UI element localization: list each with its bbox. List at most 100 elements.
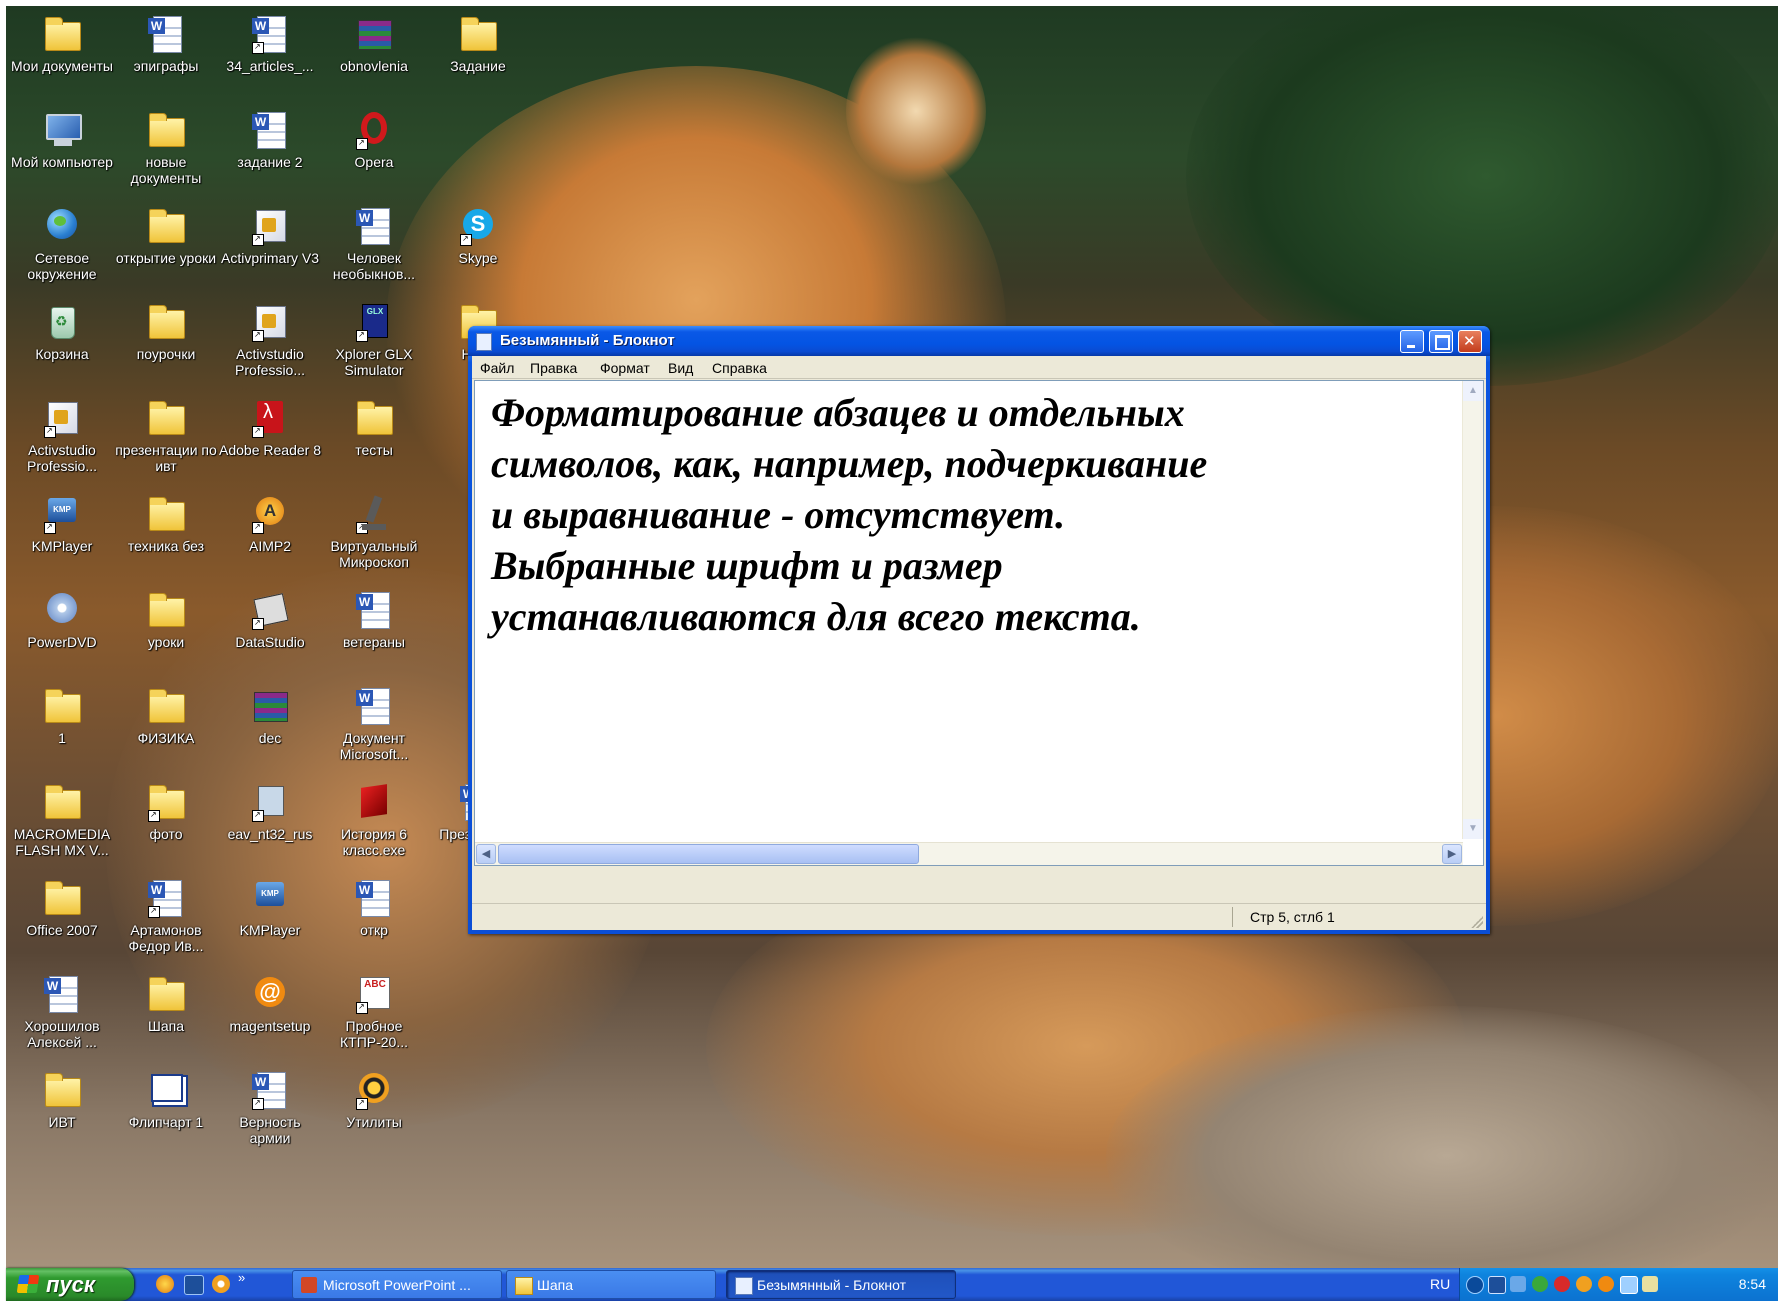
tray-shield-icon[interactable] <box>1554 1276 1570 1292</box>
desktop-icon-label: ветераны <box>342 634 405 650</box>
desktop-icon[interactable]: DataStudio <box>218 590 322 650</box>
tray-expand-icon[interactable] <box>1466 1276 1484 1294</box>
desktop-icon[interactable]: Человек необыкнов... <box>322 206 426 282</box>
minimize-button[interactable] <box>1400 330 1424 353</box>
desktop-icon[interactable]: эпиграфы <box>114 14 218 74</box>
task-notepad[interactable]: Безымянный - Блокнот <box>726 1270 956 1299</box>
desktop-icon[interactable]: Задание <box>426 14 530 74</box>
menu-help[interactable]: Справка <box>712 360 767 376</box>
desktop-icon[interactable]: Хорошилов Алексей ... <box>10 974 114 1050</box>
activstudio-icon <box>42 398 82 438</box>
status-bar: Стр 5, стлб 1 <box>472 903 1486 930</box>
vertical-scrollbar[interactable]: ▲ ▼ <box>1462 381 1483 839</box>
desktop-icon[interactable]: Office 2007 <box>10 878 114 938</box>
desktop-icon[interactable]: Activprimary V3 <box>218 206 322 266</box>
desktop-icon[interactable]: Сетевое окружение <box>10 206 114 282</box>
desktop-icon[interactable]: 34_articles_... <box>218 14 322 74</box>
tray-mail-agent-icon[interactable] <box>1598 1276 1614 1292</box>
menu-format[interactable]: Формат <box>600 360 650 376</box>
menu-edit[interactable]: Правка <box>530 360 577 376</box>
desktop-icon[interactable]: Утилиты <box>322 1070 426 1130</box>
text-editor[interactable]: Форматирование абзацев и отдельных симво… <box>474 380 1484 866</box>
desktop-icon[interactable]: ветераны <box>322 590 426 650</box>
desktop-icon-label: Office 2007 <box>26 922 98 938</box>
desktop-icon[interactable]: Мой компьютер <box>10 110 114 170</box>
desktop-icon[interactable]: dec <box>218 686 322 746</box>
scroll-down-icon[interactable]: ▼ <box>1463 819 1483 839</box>
tray-kmplayer-icon[interactable] <box>1488 1276 1506 1294</box>
desktop-icon[interactable]: Activstudio Professio... <box>10 398 114 474</box>
desktop-icon-label: 34_articles_... <box>226 58 314 74</box>
desktop-icon[interactable]: тесты <box>322 398 426 458</box>
language-indicator[interactable]: RU <box>1430 1276 1450 1292</box>
tray-monitor-icon[interactable] <box>1620 1276 1638 1294</box>
task-folder[interactable]: Шапа <box>506 1270 716 1299</box>
desktop-icon-label: уроки <box>147 634 185 650</box>
desktop-icon[interactable]: Корзина <box>10 302 114 362</box>
word-document-icon <box>250 14 290 54</box>
desktop-icon[interactable]: MACROMEDIA FLASH MX V... <box>10 782 114 858</box>
desktop-icon[interactable]: AIMP2 <box>218 494 322 554</box>
desktop-icon[interactable]: Артамонов Федор Ив... <box>114 878 218 954</box>
document-text[interactable]: Форматирование абзацев и отдельных симво… <box>491 387 1451 642</box>
close-button[interactable] <box>1458 330 1482 353</box>
desktop-icon[interactable]: Шапа <box>114 974 218 1034</box>
desktop-icon[interactable]: Xplorer GLX Simulator <box>322 302 426 378</box>
tray-network-icon[interactable] <box>1510 1276 1526 1292</box>
desktop-icon[interactable]: KMPlayer <box>10 494 114 554</box>
scroll-up-icon[interactable]: ▲ <box>1463 381 1483 401</box>
desktop-icon[interactable]: Документ Microsoft... <box>322 686 426 762</box>
desktop-icon[interactable]: Верность армии <box>218 1070 322 1146</box>
desktop-icon[interactable]: PowerDVD <box>10 590 114 650</box>
tray-antivirus-icon[interactable] <box>1532 1276 1548 1292</box>
desktop-icon[interactable]: Виртуальный Микроскоп <box>322 494 426 570</box>
desktop-icon[interactable]: фото <box>114 782 218 842</box>
tray-safely-remove-icon[interactable] <box>1642 1276 1658 1292</box>
desktop-icon[interactable]: obnovlenia <box>322 14 426 74</box>
desktop-icon[interactable]: поурочки <box>114 302 218 362</box>
menu-file[interactable]: Файл <box>480 360 514 376</box>
desktop-icon[interactable]: техника без <box>114 494 218 554</box>
desktop-icon[interactable]: Флипчарт 1 <box>114 1070 218 1130</box>
desktop-icon[interactable]: ФИЗИКА <box>114 686 218 746</box>
scroll-left-icon[interactable]: ◀ <box>476 844 496 864</box>
scroll-right-icon[interactable]: ▶ <box>1442 844 1462 864</box>
desktop-icon[interactable]: 1 <box>10 686 114 746</box>
menu-view[interactable]: Вид <box>668 360 693 376</box>
notepad-title-bar[interactable]: Безымянный - Блокнот <box>468 326 1490 356</box>
quicklaunch-more-icon[interactable]: » <box>238 1270 245 1285</box>
desktop-icon[interactable]: История 6 класс.exe <box>322 782 426 858</box>
desktop-icon[interactable]: KMPlayer <box>218 878 322 938</box>
quicklaunch-kmplayer-icon[interactable] <box>184 1275 204 1295</box>
desktop-icon[interactable]: Activstudio Professio... <box>218 302 322 378</box>
desktop-icon-label: 1 <box>58 730 66 746</box>
desktop-icon[interactable]: Мои документы <box>10 14 114 74</box>
desktop-icon[interactable]: eav_nt32_rus <box>218 782 322 842</box>
task-powerpoint[interactable]: Microsoft PowerPoint ... <box>292 1270 502 1299</box>
tray-player-icon[interactable] <box>1576 1276 1592 1292</box>
desktop-icon-label: задание 2 <box>237 154 303 170</box>
desktop-icon-label: Верность армии <box>239 1114 301 1146</box>
desktop-icon[interactable]: новые документы <box>114 110 218 186</box>
desktop-icon[interactable]: открытие уроки <box>114 206 218 266</box>
desktop-icon[interactable]: презентации по ивт <box>114 398 218 474</box>
start-button[interactable]: пуск <box>6 1268 134 1301</box>
resize-grip-icon[interactable] <box>1471 916 1483 928</box>
desktop-icon[interactable]: уроки <box>114 590 218 650</box>
desktop-icon-label: Утилиты <box>346 1114 402 1130</box>
desktop-icon[interactable]: Пробное КТПР-20... <box>322 974 426 1050</box>
quicklaunch-player-icon[interactable] <box>212 1275 230 1293</box>
clock[interactable]: 8:54 <box>1739 1276 1766 1292</box>
notepad-window[interactable]: Безымянный - Блокнот Файл Правка Формат … <box>468 326 1490 934</box>
desktop-icon[interactable]: magentsetup <box>218 974 322 1034</box>
desktop-icon[interactable]: Adobe Reader 8 <box>218 398 322 458</box>
desktop-icon[interactable]: откр <box>322 878 426 938</box>
horizontal-scrollbar[interactable]: ◀ ▶ <box>475 842 1463 865</box>
desktop-icon[interactable]: ИВТ <box>10 1070 114 1130</box>
desktop-icon[interactable]: задание 2 <box>218 110 322 170</box>
desktop-icon[interactable]: Opera <box>322 110 426 170</box>
desktop-icon[interactable]: Skype <box>426 206 530 266</box>
maximize-button[interactable] <box>1429 330 1453 353</box>
quicklaunch-browser-icon[interactable] <box>156 1275 174 1293</box>
scroll-thumb[interactable] <box>498 844 919 864</box>
